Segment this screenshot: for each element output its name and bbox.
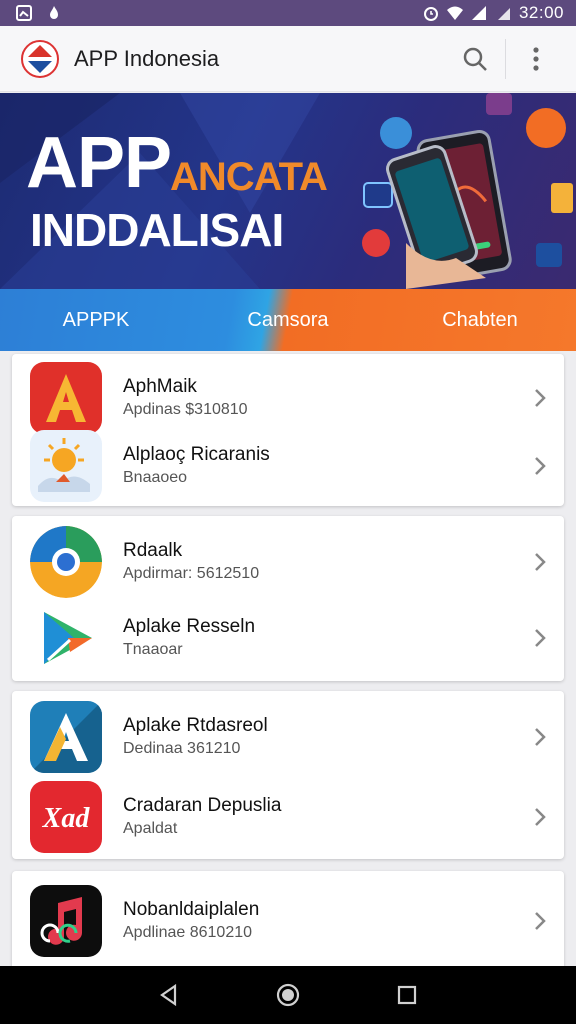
search-button[interactable] xyxy=(453,37,497,81)
banner-subline: INDDALISAI xyxy=(30,204,284,256)
category-tabs: APPPK Camsora Chabten xyxy=(0,289,576,351)
tab-chabten[interactable]: Chabten xyxy=(384,289,576,351)
browser-circle-icon xyxy=(30,526,102,598)
app-subtitle: Apdirmar: 5612510 xyxy=(123,565,260,582)
app-card: Rdaalk Apdirmar: 5612510 Aplake Resseln … xyxy=(12,516,564,681)
flame-notification-icon xyxy=(50,6,58,19)
app-title: Aplake Resseln xyxy=(123,616,256,637)
app-subtitle: Bnaaoeo xyxy=(123,469,188,486)
app-title: Rdaalk xyxy=(123,540,183,561)
signal-icon xyxy=(471,6,486,20)
tab-camsora[interactable]: Camsora xyxy=(192,289,384,351)
app-title: Nobanldaiplalen xyxy=(123,899,260,920)
app-card: Aplake Rtdasreol Dedinaa 361210 Xad Crad… xyxy=(12,691,564,859)
chevron-right-icon xyxy=(535,808,546,826)
recents-square-icon xyxy=(397,985,416,1005)
xad-logo-icon: Xad xyxy=(30,781,102,853)
app-subtitle: Tnaaoar xyxy=(123,641,183,658)
list-item[interactable]: Xad Cradaran Depuslia Apaldat xyxy=(12,777,564,857)
app-card: AphMaik Apdinas $310810 Alplaoç Ricarani… xyxy=(12,354,564,506)
app-title: Aplake Rtdasreol xyxy=(123,715,268,736)
wifi-icon xyxy=(446,6,463,20)
recents-button[interactable] xyxy=(387,975,427,1015)
letter-a-red-icon xyxy=(30,362,102,434)
status-time: 32:00 xyxy=(518,3,564,22)
back-button[interactable] xyxy=(149,975,189,1015)
music-note-icon xyxy=(30,885,102,957)
app-logo-icon xyxy=(21,39,59,78)
app-subtitle: Apdinas $310810 xyxy=(123,401,248,418)
app-subtitle: Dedinaa 361210 xyxy=(123,740,241,757)
promo-banner[interactable]: APP ANCATA INDDALISAI xyxy=(0,93,576,289)
more-options-button[interactable] xyxy=(514,37,558,81)
chevron-right-icon xyxy=(535,629,546,647)
status-bar: 32:00 xyxy=(0,0,576,26)
app-subtitle: Apdlinae 8610210 xyxy=(123,924,253,941)
tab-apppk[interactable]: APPPK xyxy=(0,289,192,351)
back-triangle-icon xyxy=(160,983,177,1007)
weather-sun-icon xyxy=(30,430,102,502)
app-title: APP Indonesia xyxy=(74,45,220,71)
svg-text:Xad: Xad xyxy=(42,803,91,834)
app-subtitle: Apaldat xyxy=(123,820,178,837)
app-title: Alplaoç Ricaranis xyxy=(123,444,270,465)
list-item[interactable]: Rdaalk Apdirmar: 5612510 xyxy=(12,522,564,602)
chevron-right-icon xyxy=(535,912,546,930)
app-list: AphMaik Apdinas $310810 Alplaoç Ricarani… xyxy=(0,352,576,966)
banner-accent-text: ANCATA xyxy=(170,155,328,199)
chevron-right-icon xyxy=(535,728,546,746)
phone-illustration xyxy=(362,93,573,289)
list-item[interactable]: Aplake Rtdasreol Dedinaa 361210 xyxy=(12,697,564,777)
search-icon xyxy=(463,47,487,71)
image-notification-icon xyxy=(16,5,32,21)
more-vert-icon xyxy=(533,46,539,71)
alarm-icon xyxy=(423,7,438,21)
app-title: Cradaran Depuslia xyxy=(123,795,282,816)
app-bar-divider xyxy=(505,38,506,79)
home-circle-icon xyxy=(276,983,300,1007)
chevron-right-icon xyxy=(535,389,546,407)
chevron-right-icon xyxy=(535,553,546,571)
home-button[interactable] xyxy=(268,975,308,1015)
list-item[interactable]: Alplaoç Ricaranis Bnaaoeo xyxy=(12,426,564,506)
system-navigation-bar xyxy=(0,966,576,1024)
letter-a-blue-icon xyxy=(30,701,102,773)
banner-headline: APP xyxy=(26,123,172,203)
app-title: AphMaik xyxy=(123,376,197,397)
chevron-right-icon xyxy=(535,457,546,475)
play-triangle-icon xyxy=(30,602,102,674)
battery-icon xyxy=(497,8,510,20)
list-item[interactable]: Aplake Resseln Tnaaoar xyxy=(12,598,564,678)
app-bar: APP Indonesia xyxy=(0,26,576,92)
app-card: Nobanldaiplalen Apdlinae 8610210 xyxy=(12,871,564,966)
list-item[interactable]: Nobanldaiplalen Apdlinae 8610210 xyxy=(12,881,564,961)
